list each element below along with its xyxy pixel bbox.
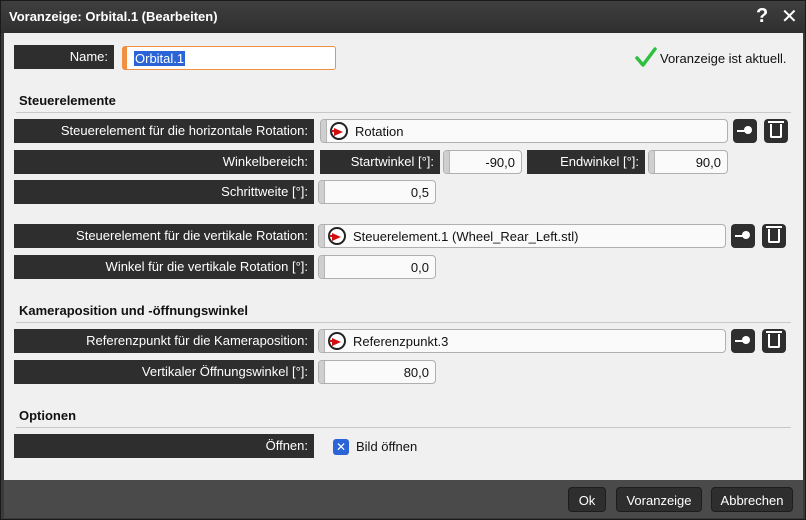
section-divider	[16, 112, 791, 113]
section-header-options: Optionen	[19, 408, 77, 423]
trash-icon	[768, 121, 784, 138]
pick-icon	[735, 231, 750, 239]
vertical-control-field[interactable]: Steuerelement.1 (Wheel_Rear_Left.stl)	[318, 224, 726, 248]
open-label: Öffnen:	[14, 434, 314, 458]
step-size-label: Schrittweite [°]:	[14, 180, 314, 204]
horizontal-control-value: Rotation	[355, 124, 404, 139]
section-header-controls: Steuerelemente	[19, 93, 116, 108]
trash-icon	[766, 226, 782, 243]
fov-input[interactable]: 80,0	[318, 360, 436, 384]
start-angle-label: Startwinkel [°]:	[320, 150, 440, 174]
ok-button[interactable]: Ok	[568, 487, 606, 512]
pick-vertical-button[interactable]	[731, 224, 755, 248]
name-input[interactable]: Orbital.1	[122, 46, 336, 70]
help-icon[interactable]: ?	[756, 5, 768, 28]
trash-icon	[766, 331, 782, 348]
reference-arrow-icon	[328, 332, 346, 350]
field-grip	[319, 330, 325, 352]
horizontal-control-field[interactable]: Rotation	[320, 119, 728, 143]
status-text: Voranzeige ist aktuell.	[660, 51, 787, 66]
fov-label: Vertikaler Öffnungswinkel [°]:	[14, 360, 314, 384]
camera-ref-value: Referenzpunkt.3	[353, 334, 449, 349]
field-grip	[319, 361, 325, 383]
delete-horizontal-button[interactable]	[764, 119, 788, 143]
open-image-checkbox-label[interactable]: Bild öffnen	[356, 439, 417, 454]
vertical-angle-input[interactable]: 0,0	[318, 255, 436, 279]
cancel-button[interactable]: Abbrechen	[711, 487, 793, 512]
pick-icon	[737, 126, 752, 134]
camera-ref-field[interactable]: Referenzpunkt.3	[318, 329, 726, 353]
vertical-control-value: Steuerelement.1 (Wheel_Rear_Left.stl)	[353, 229, 579, 244]
pick-horizontal-button[interactable]	[733, 119, 757, 143]
vertical-control-label: Steuerelement für die vertikale Rotation…	[14, 224, 314, 248]
vertical-angle-label: Winkel für die vertikale Rotation [°]:	[14, 255, 314, 279]
name-label: Name:	[14, 45, 114, 69]
pick-icon	[735, 336, 750, 344]
dialog-window: Voranzeige: Orbital.1 (Bearbeiten) ? ✕ N…	[0, 0, 806, 520]
title-bar: Voranzeige: Orbital.1 (Bearbeiten) ? ✕	[1, 1, 805, 33]
field-grip	[319, 181, 325, 203]
end-angle-value: 90,0	[695, 155, 721, 170]
close-icon[interactable]: ✕	[781, 4, 798, 29]
start-angle-value: -90,0	[485, 155, 515, 170]
delete-camera-ref-button[interactable]	[762, 329, 786, 353]
delete-vertical-button[interactable]	[762, 224, 786, 248]
field-grip	[321, 120, 327, 142]
start-angle-input[interactable]: -90,0	[443, 150, 522, 174]
angle-range-label: Winkelbereich:	[14, 150, 314, 174]
section-divider	[16, 427, 791, 428]
field-grip	[319, 225, 325, 247]
field-grip	[444, 151, 450, 173]
fov-value: 80,0	[403, 365, 429, 380]
input-focus-bar	[123, 47, 127, 69]
end-angle-label: Endwinkel [°]:	[527, 150, 645, 174]
step-size-input[interactable]: 0,5	[318, 180, 436, 204]
step-size-value: 0,5	[410, 185, 429, 200]
camera-ref-label: Referenzpunkt für die Kameraposition:	[14, 329, 314, 353]
reference-arrow-icon	[330, 122, 348, 140]
horizontal-control-label: Steuerelement für die horizontale Rotati…	[14, 119, 314, 143]
check-icon	[635, 47, 657, 67]
open-image-checkbox[interactable]: ✕	[333, 439, 349, 455]
dialog-footer: Ok Voranzeige Abbrechen	[4, 480, 803, 518]
field-grip	[319, 256, 325, 278]
reference-arrow-icon	[328, 227, 346, 245]
pick-camera-ref-button[interactable]	[731, 329, 755, 353]
vertical-angle-value: 0,0	[410, 260, 429, 275]
name-input-value: Orbital.1	[134, 51, 186, 66]
field-grip	[649, 151, 655, 173]
preview-button[interactable]: Voranzeige	[616, 487, 702, 512]
section-header-camera: Kameraposition und -öffnungswinkel	[19, 303, 248, 318]
dialog-content: Name: Orbital.1 Voranzeige ist aktuell. …	[4, 33, 803, 480]
window-title: Voranzeige: Orbital.1 (Bearbeiten)	[9, 9, 218, 24]
end-angle-input[interactable]: 90,0	[648, 150, 728, 174]
section-divider	[16, 322, 791, 323]
